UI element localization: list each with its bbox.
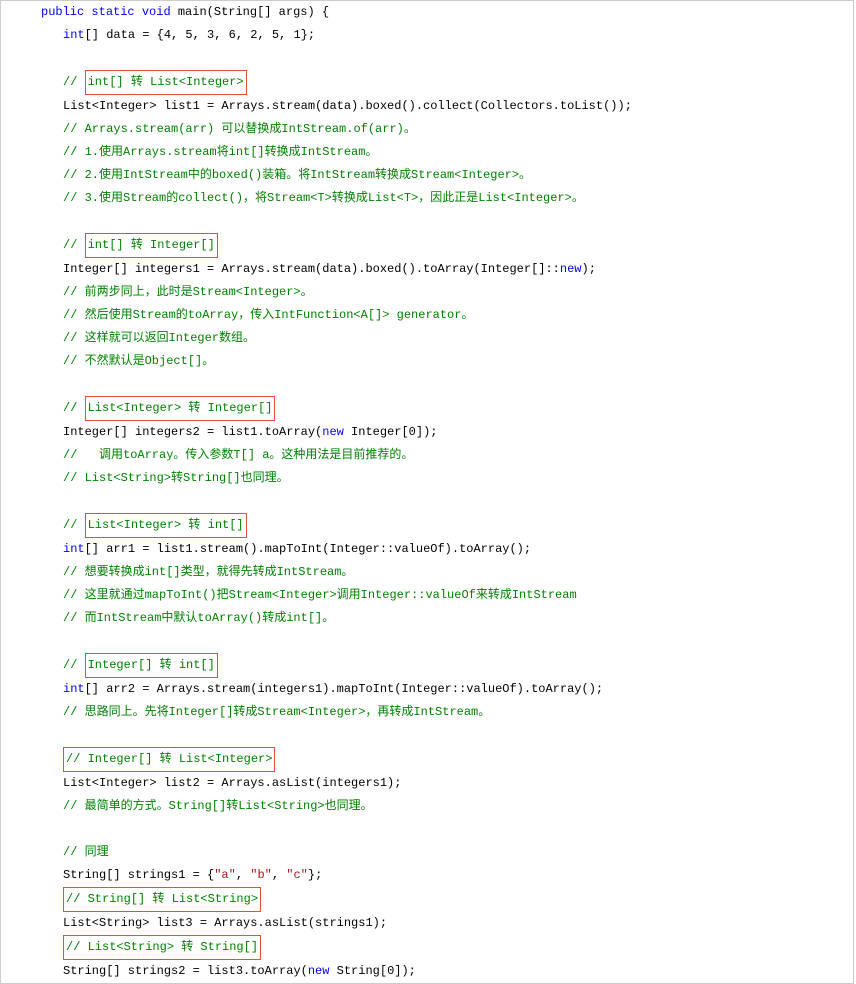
comment: //	[63, 401, 85, 415]
code-line: // 1.使用Arrays.stream将int[]转换成IntStream。	[1, 141, 853, 164]
code-line: // 而IntStream中默认toArray()转成int[]。	[1, 607, 853, 630]
blank-line	[1, 47, 853, 70]
comment: // 这里就通过mapToInt()把Stream<Integer>调用Inte…	[63, 588, 577, 602]
blank-line	[1, 818, 853, 841]
code-line: // 想要转换成int[]类型，就得先转成IntStream。	[1, 561, 853, 584]
keyword: void	[142, 5, 171, 19]
code-line: // Integer[] 转 List<Integer>	[1, 747, 853, 772]
comment: //	[63, 75, 85, 89]
keyword: public	[41, 5, 84, 19]
blank-line	[1, 490, 853, 513]
code-line: String[] strings1 = {"a", "b", "c"};	[1, 864, 853, 887]
comment: // 3.使用Stream的collect()，将Stream<T>转换成Lis…	[63, 191, 584, 205]
highlighted-comment: // Integer[] 转 List<Integer>	[63, 747, 275, 772]
code-line: // int[] 转 List<Integer>	[1, 70, 853, 95]
highlighted-comment: List<Integer> 转 int[]	[85, 513, 247, 538]
highlighted-comment: Integer[] 转 int[]	[85, 653, 218, 678]
code-line: // 不然默认是Object[]。	[1, 350, 853, 373]
code-line: // int[] 转 Integer[]	[1, 233, 853, 258]
code-line: // 这样就可以返回Integer数组。	[1, 327, 853, 350]
blank-line	[1, 210, 853, 233]
keyword: int	[63, 28, 85, 42]
comment: // Arrays.stream(arr) 可以替换成IntStream.of(…	[63, 122, 416, 136]
comment: //	[63, 658, 85, 672]
comment: // 1.使用Arrays.stream将int[]转换成IntStream。	[63, 145, 377, 159]
keyword: int	[63, 542, 85, 556]
comment: // 而IntStream中默认toArray()转成int[]。	[63, 611, 334, 625]
code-line: // Integer[] 转 int[]	[1, 653, 853, 678]
code-line: // 最简单的方式。String[]转List<String>也同理。	[1, 795, 853, 818]
code-line: Integer[] integers1 = Arrays.stream(data…	[1, 258, 853, 281]
keyword: new	[322, 425, 344, 439]
code-line: // 前两步同上，此时是Stream<Integer>。	[1, 281, 853, 304]
code-line: // List<Integer> 转 Integer[]	[1, 396, 853, 421]
code-line: // List<String>转String[]也同理。	[1, 467, 853, 490]
code-line: // String[] 转 List<String>	[1, 887, 853, 912]
code-line: List<String> list3 = Arrays.asList(strin…	[1, 912, 853, 935]
code-line: int[] arr1 = list1.stream().mapToInt(Int…	[1, 538, 853, 561]
comment: // 思路同上。先将Integer[]转成Stream<Integer>，再转成…	[63, 705, 490, 719]
comment: //	[63, 238, 85, 252]
keyword: new	[560, 262, 582, 276]
code-line: List<Integer> list2 = Arrays.asList(inte…	[1, 772, 853, 795]
string: "c"	[286, 868, 308, 882]
code-line: // List<String> 转 String[]	[1, 935, 853, 960]
code-line: List<Integer> list1 = Arrays.stream(data…	[1, 95, 853, 118]
code-line: // 2.使用IntStream中的boxed()装箱。将IntStream转换…	[1, 164, 853, 187]
highlighted-comment: List<Integer> 转 Integer[]	[85, 396, 276, 421]
blank-line	[1, 630, 853, 653]
comment: //	[63, 518, 85, 532]
code-line: // List<Integer> 转 int[]	[1, 513, 853, 538]
highlighted-comment: int[] 转 Integer[]	[85, 233, 218, 258]
highlighted-comment: int[] 转 List<Integer>	[85, 70, 247, 95]
code-block: public static void main(String[] args) {…	[0, 0, 854, 984]
blank-line	[1, 724, 853, 747]
comment: // 这样就可以返回Integer数组。	[63, 331, 255, 345]
blank-line	[1, 373, 853, 396]
comment: // 想要转换成int[]类型，就得先转成IntStream。	[63, 565, 353, 579]
code-line: int[] arr2 = Arrays.stream(integers1).ma…	[1, 678, 853, 701]
string: "a"	[214, 868, 236, 882]
code-line: // Arrays.stream(arr) 可以替换成IntStream.of(…	[1, 118, 853, 141]
string: "b"	[250, 868, 272, 882]
keyword: new	[308, 964, 330, 978]
comment: // 前两步同上，此时是Stream<Integer>。	[63, 285, 313, 299]
highlighted-comment: // List<String> 转 String[]	[63, 935, 261, 960]
keyword: int	[63, 682, 85, 696]
keyword: static	[91, 5, 134, 19]
code-line: // 这里就通过mapToInt()把Stream<Integer>调用Inte…	[1, 584, 853, 607]
comment: // 最简单的方式。String[]转List<String>也同理。	[63, 799, 373, 813]
code-line: Integer[] integers2 = list1.toArray(new …	[1, 421, 853, 444]
comment: // 同理	[63, 845, 109, 859]
code-line: // 同理	[1, 841, 853, 864]
highlighted-comment: // String[] 转 List<String>	[63, 887, 261, 912]
code-line: // 调用toArray。传入参数T[] a。这种用法是目前推荐的。	[1, 444, 853, 467]
code-line: int[] data = {4, 5, 3, 6, 2, 5, 1};	[1, 24, 853, 47]
code-line: public static void main(String[] args) {	[1, 1, 853, 24]
comment: // 不然默认是Object[]。	[63, 354, 214, 368]
comment: // 2.使用IntStream中的boxed()装箱。将IntStream转换…	[63, 168, 531, 182]
code-line: // 思路同上。先将Integer[]转成Stream<Integer>，再转成…	[1, 701, 853, 724]
code-line: // 然后使用Stream的toArray，传入IntFunction<A[]>…	[1, 304, 853, 327]
comment: // List<String>转String[]也同理。	[63, 471, 289, 485]
comment: // 调用toArray。传入参数T[] a。这种用法是目前推荐的。	[63, 448, 413, 462]
comment: // 然后使用Stream的toArray，传入IntFunction<A[]>…	[63, 308, 473, 322]
code-line: String[] strings2 = list3.toArray(new St…	[1, 960, 853, 983]
code-line: // 3.使用Stream的collect()，将Stream<T>转换成Lis…	[1, 187, 853, 210]
